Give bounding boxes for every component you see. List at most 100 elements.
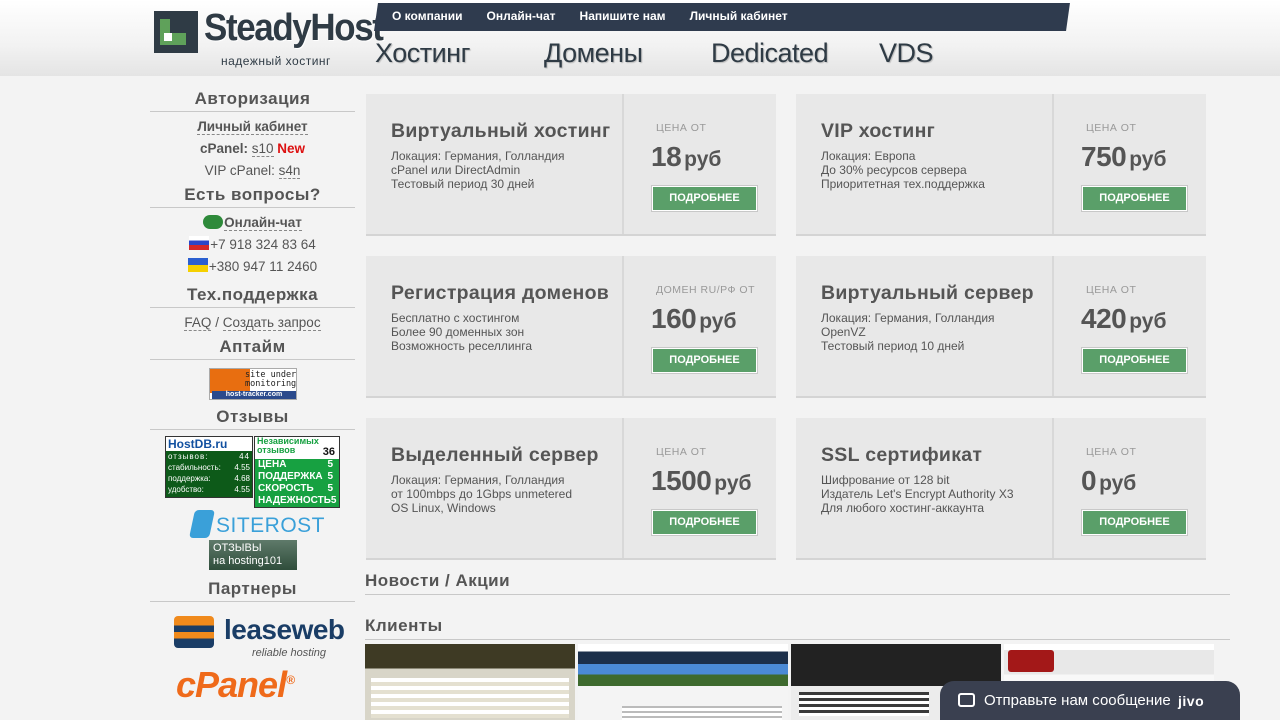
card-title[interactable]: Виртуальный хостинг bbox=[391, 120, 610, 143]
card-line: Для любого хостинг-аккаунта bbox=[821, 501, 985, 515]
cabinet-link[interactable]: Личный кабинет bbox=[197, 119, 308, 135]
card-description: Шифрование от 128 bit Издатель Let's Enc… bbox=[821, 473, 1014, 515]
card-title[interactable]: Виртуальный сервер bbox=[821, 282, 1034, 305]
top-nav-cabinet[interactable]: Личный кабинет bbox=[690, 9, 788, 23]
cpanel-server-link[interactable]: s10 bbox=[251, 141, 274, 157]
details-button[interactable]: ПОДРОБНЕЕ bbox=[652, 348, 757, 373]
card-line: Бесплатно с хостингом bbox=[391, 311, 520, 325]
card-title[interactable]: VIP хостинг bbox=[821, 120, 935, 143]
card-description: Бесплатно с хостингом Более 90 доменных … bbox=[391, 311, 532, 353]
hosting101-badge[interactable]: ОТЗЫВЫ на hosting101 bbox=[209, 540, 297, 570]
russia-flag-icon bbox=[189, 236, 210, 250]
card-line: Приоритетная тех.поддержка bbox=[821, 177, 985, 191]
card-description: Локация: Германия, Голландия OpenVZ Тест… bbox=[821, 311, 995, 353]
price-value: 420 руб bbox=[1081, 303, 1166, 335]
card-line: Локация: Германия, Голландия bbox=[821, 311, 995, 325]
details-button[interactable]: ПОДРОБНЕЕ bbox=[1082, 186, 1187, 211]
top-nav-about[interactable]: О компании bbox=[392, 9, 463, 23]
price-label: ДОМЕН RU/РФ ОТ bbox=[656, 284, 755, 296]
independent-reviews-badge[interactable]: Независимых отзывов 36 ЦЕНА 5 ПОДДЕРЖКА 5 … bbox=[254, 436, 340, 508]
card-title[interactable]: SSL сертификат bbox=[821, 444, 982, 467]
price-label: ЦЕНА ОТ bbox=[1086, 122, 1137, 134]
product-card: Регистрация доменов Бесплатно с хостинго… bbox=[366, 256, 776, 398]
details-button[interactable]: ПОДРОБНЕЕ bbox=[1082, 348, 1187, 373]
hostdb-row-label: стабильность: bbox=[168, 463, 221, 472]
rating-value: 5 bbox=[327, 471, 333, 482]
vip-cpanel-server-link[interactable]: s4n bbox=[278, 163, 301, 179]
hostdb-row-label: поддержка: bbox=[168, 474, 211, 483]
uptime-badge-line2: monitoring bbox=[245, 379, 297, 389]
price-number: 160 bbox=[651, 303, 697, 334]
uptime-badge-site: host-tracker.com bbox=[212, 391, 296, 399]
host-tracker-badge[interactable]: site under monitoring host-tracker.com bbox=[209, 368, 297, 400]
top-nav-chat[interactable]: Онлайн-чат bbox=[487, 9, 556, 23]
main-nav-hosting[interactable]: Хостинг bbox=[375, 38, 470, 69]
phone-ua[interactable]: +380 947 11 2460 bbox=[209, 259, 317, 274]
hostdb-row-label: отзывов: bbox=[168, 452, 209, 461]
main-nav-domains[interactable]: Домены bbox=[544, 38, 643, 69]
hosting101-line1: ОТЗЫВЫ bbox=[213, 542, 262, 554]
hostdb-title: HostDB.ru bbox=[166, 437, 252, 451]
card-line: Издатель Let's Encrypt Authority X3 bbox=[821, 487, 1014, 501]
product-card: Виртуальный хостинг Локация: Германия, Г… bbox=[366, 94, 776, 236]
price-value: 1500 руб bbox=[651, 465, 752, 497]
chat-widget[interactable]: Отправьте нам сообщение jivo bbox=[940, 681, 1240, 720]
online-chat-link[interactable]: Онлайн-чат bbox=[224, 215, 302, 231]
leaseweb-tagline: reliable hosting bbox=[252, 647, 326, 659]
news-heading[interactable]: Новости / Акции bbox=[365, 571, 1230, 595]
logo-mark-icon bbox=[154, 11, 198, 53]
rating-label: ПОДДЕРЖКА bbox=[258, 471, 323, 482]
vip-cpanel-label: VIP cPanel: bbox=[204, 163, 275, 178]
details-button[interactable]: ПОДРОБНЕЕ bbox=[652, 510, 757, 535]
main-nav-dedicated[interactable]: Dedicated bbox=[711, 38, 829, 69]
leaseweb-logo[interactable]: leaseweb reliable hosting bbox=[174, 614, 345, 662]
card-line: Тестовый период 10 дней bbox=[821, 339, 965, 353]
price-value: 0 руб bbox=[1081, 465, 1136, 497]
card-description: Локация: Германия, Голландия от 100mbps … bbox=[391, 473, 572, 515]
card-title[interactable]: Выделенный сервер bbox=[391, 444, 599, 467]
site-logo[interactable]: SteadyHost надежный хостинг bbox=[154, 7, 384, 71]
rating-value: 5 bbox=[330, 495, 337, 506]
hostdb-row-value: 4.55 bbox=[234, 463, 250, 472]
client-screenshot[interactable] bbox=[365, 644, 575, 720]
details-button[interactable]: ПОДРОБНЕЕ bbox=[652, 186, 757, 211]
top-nav-write-us[interactable]: Напишите нам bbox=[580, 9, 666, 23]
hostdb-row-value: 4.68 bbox=[234, 474, 250, 483]
card-line: Локация: Германия, Голландия bbox=[391, 149, 565, 163]
price-value: 18 руб bbox=[651, 141, 721, 173]
leaseweb-name: leaseweb bbox=[224, 614, 345, 645]
price-currency: руб bbox=[714, 472, 752, 495]
siterost-logo[interactable]: SITEROST bbox=[189, 510, 325, 540]
sidebar: Авторизация Личный кабинет cPanel: s10 N… bbox=[150, 86, 355, 705]
hostdb-badge[interactable]: HostDB.ru отзывов: 44 стабильность: 4.55 п… bbox=[165, 436, 253, 498]
price-currency: руб bbox=[1129, 310, 1167, 333]
price-label: ЦЕНА ОТ bbox=[1086, 446, 1137, 458]
brand-name: SteadyHost bbox=[204, 7, 384, 49]
card-line: OS Linux, Windows bbox=[391, 501, 496, 515]
card-line: Шифрование от 128 bit bbox=[821, 473, 950, 487]
client-screenshot[interactable] bbox=[578, 644, 788, 720]
main-nav-vds[interactable]: VDS bbox=[879, 38, 934, 69]
details-button[interactable]: ПОДРОБНЕЕ bbox=[1082, 510, 1187, 535]
main-nav: Хостинг Домены Dedicated VDS bbox=[375, 38, 975, 72]
cpanel-logo[interactable]: cPanel® bbox=[176, 664, 295, 706]
phone-ru[interactable]: +7 918 324 83 64 bbox=[210, 237, 315, 252]
hostdb-row-value: 4.55 bbox=[234, 485, 250, 494]
faq-link[interactable]: FAQ bbox=[184, 315, 212, 331]
card-title[interactable]: Регистрация доменов bbox=[391, 282, 609, 305]
uptime-heading: Аптайм bbox=[150, 334, 355, 360]
partners-block: Партнеры leaseweb reliable hosting cPane… bbox=[150, 576, 355, 705]
price-number: 0 bbox=[1081, 465, 1097, 496]
hosting101-line2: на hosting101 bbox=[213, 555, 283, 567]
independent-reviews-count: 36 bbox=[322, 446, 335, 458]
create-ticket-link[interactable]: Создать запрос bbox=[222, 315, 321, 331]
rating-label: НАДЕЖНОСТЬ bbox=[258, 495, 331, 506]
reviews-heading: Отзывы bbox=[150, 404, 355, 430]
price-number: 18 bbox=[651, 141, 682, 172]
message-icon bbox=[958, 693, 975, 707]
monitoring-icon bbox=[210, 369, 250, 393]
price-number: 420 bbox=[1081, 303, 1127, 334]
price-currency: руб bbox=[684, 148, 722, 171]
price-currency: руб bbox=[1099, 472, 1137, 495]
price-currency: руб bbox=[699, 310, 737, 333]
